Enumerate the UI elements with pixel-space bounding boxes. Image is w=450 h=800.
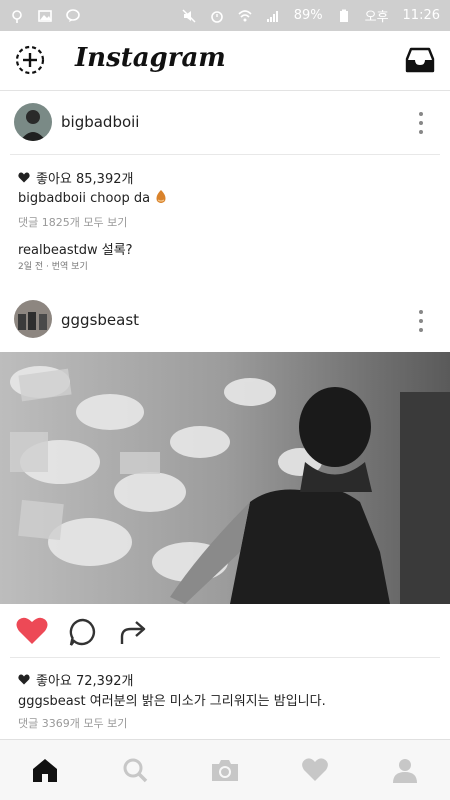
nav-camera[interactable]	[205, 750, 245, 790]
inbox-icon[interactable]	[404, 46, 436, 74]
heart-icon	[302, 758, 328, 781]
post-photo[interactable]	[0, 352, 450, 604]
wifi-icon	[238, 9, 252, 21]
app-header: Instagram	[0, 31, 450, 91]
caption-username[interactable]: gggsbeast	[18, 694, 86, 709]
caption-text: 여러분의 밝은 미소가 그리워지는 밤입니다.	[89, 694, 326, 709]
comment-text: 설록?	[101, 243, 133, 258]
comment-icon[interactable]	[68, 617, 98, 647]
battery-icon	[339, 9, 348, 22]
likes-count[interactable]: 좋아요 85,392개	[18, 168, 133, 187]
post-username[interactable]: bigbadboii	[61, 113, 139, 131]
image-icon	[38, 9, 52, 22]
mute-icon	[182, 8, 196, 23]
post-username[interactable]: gggsbeast	[61, 311, 139, 329]
comment-username[interactable]: realbeastdw	[18, 243, 98, 258]
status-bar: 89% 오후 11:26	[0, 0, 450, 31]
nav-home[interactable]	[25, 750, 65, 790]
comment: realbeastdw 설록?	[18, 239, 133, 258]
more-options-icon[interactable]	[418, 112, 424, 134]
small-heart-icon	[18, 172, 30, 183]
post-caption: bigbadboii choop da	[18, 189, 168, 206]
camera-icon	[212, 760, 238, 781]
nav-activity[interactable]	[295, 750, 335, 790]
post-header: gggsbeast	[0, 287, 450, 351]
more-options-icon[interactable]	[418, 310, 424, 332]
nav-search[interactable]	[115, 750, 155, 790]
circle-plus-icon[interactable]	[14, 44, 46, 76]
nav-profile[interactable]	[385, 750, 425, 790]
battery-percent: 89%	[293, 8, 323, 23]
bottom-navigation	[0, 739, 450, 800]
app-title: Instagram	[75, 43, 226, 73]
avatar[interactable]	[14, 300, 52, 338]
comment-meta: 2일 전 · 번역 보기	[18, 262, 88, 272]
alarm-icon	[210, 10, 223, 23]
share-icon[interactable]	[118, 617, 148, 647]
post-caption: gggsbeast 여러분의 밝은 미소가 그리워지는 밤입니다.	[18, 690, 326, 709]
likes-label: 좋아요 85,392개	[36, 172, 134, 187]
caption-username[interactable]: bigbadboii	[18, 191, 86, 206]
profile-icon	[393, 759, 417, 783]
likes-label: 좋아요 72,392개	[36, 674, 134, 689]
search-icon	[123, 758, 148, 783]
female-symbol-icon	[12, 9, 22, 23]
small-heart-icon	[18, 674, 30, 685]
view-comments-link[interactable]: 댓글 1825개 모두 보기	[18, 214, 127, 230]
post-header: bigbadboii	[0, 91, 450, 155]
chestnut-emoji-icon	[156, 190, 166, 203]
translate-link[interactable]: 번역 보기	[52, 262, 88, 272]
view-comments-link[interactable]: 댓글 3369개 모두 보기	[18, 715, 127, 731]
likes-count[interactable]: 좋아요 72,392개	[18, 670, 133, 689]
divider	[10, 657, 440, 658]
time-prefix: 오후	[364, 10, 389, 25]
post-actions	[0, 612, 450, 652]
chat-icon	[66, 8, 80, 22]
signal-icon	[266, 10, 278, 22]
home-icon	[33, 759, 57, 782]
caption-text: choop da	[90, 191, 151, 206]
avatar[interactable]	[14, 103, 52, 141]
like-heart-icon[interactable]	[16, 616, 48, 646]
clock: 11:26	[402, 8, 440, 23]
divider	[10, 154, 440, 155]
time-ago: 2일 전	[18, 262, 44, 272]
